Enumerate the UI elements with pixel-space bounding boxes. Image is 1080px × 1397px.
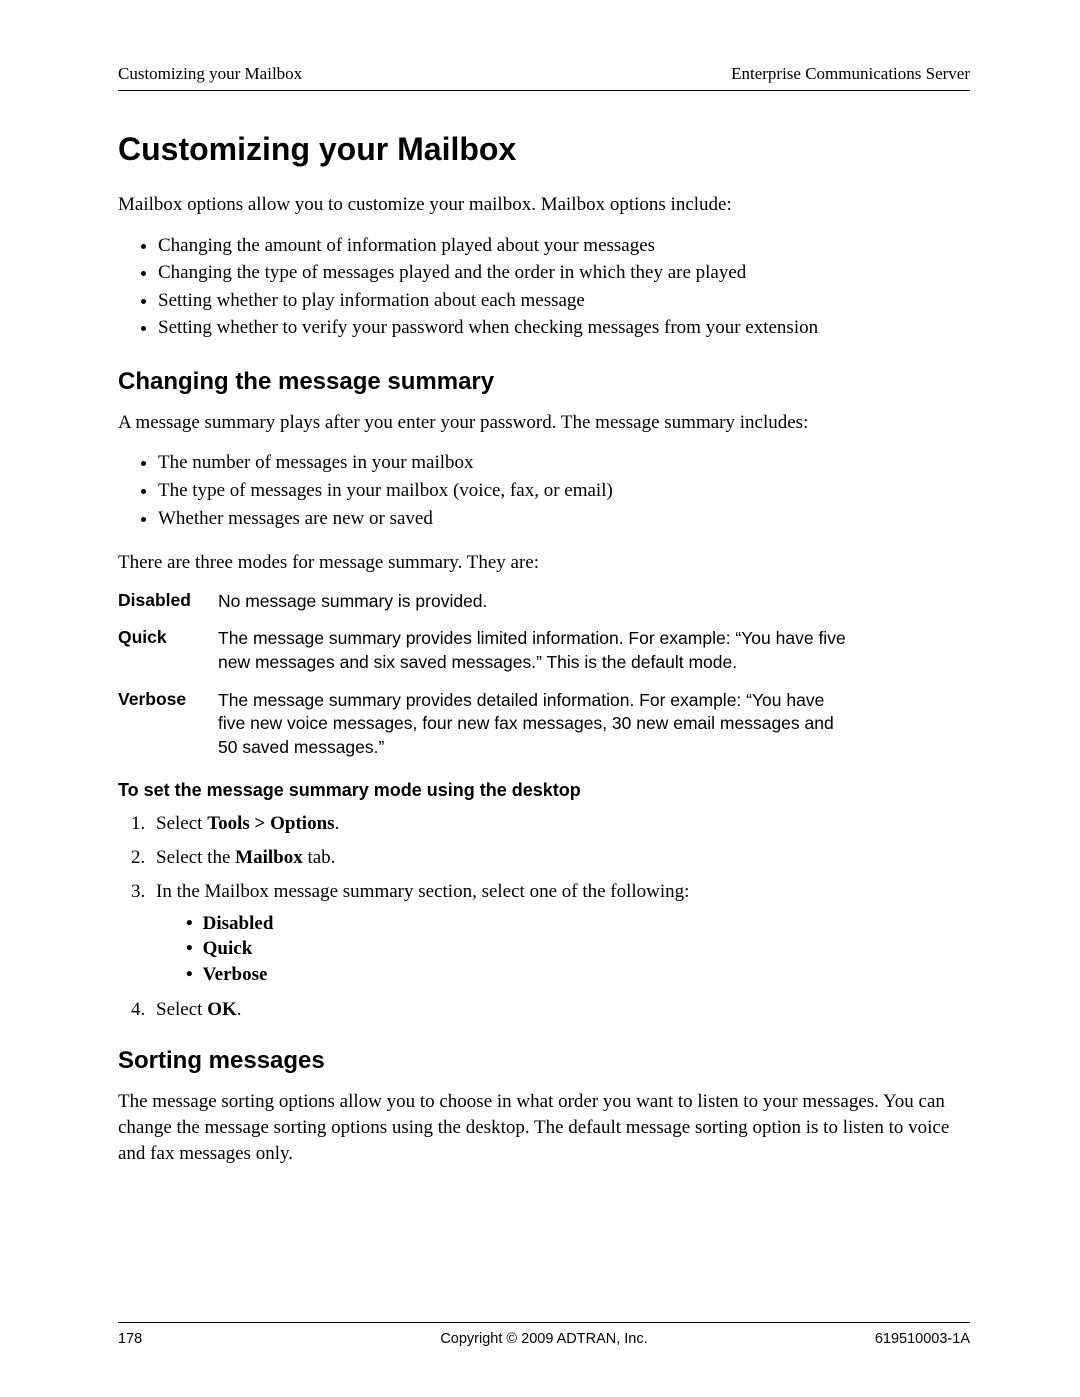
list-item: Changing the type of messages played and…	[158, 259, 970, 287]
definition-description: No message summary is provided.	[218, 590, 970, 614]
definition-description: The message summary provides limited inf…	[218, 627, 970, 674]
definition-term: Quick	[118, 627, 218, 674]
step-bold: Tools > Options	[207, 813, 334, 834]
list-item: Setting whether to play information abou…	[158, 287, 970, 315]
step-text: .	[335, 813, 340, 834]
step-bold: Mailbox	[235, 847, 303, 868]
intro-bullet-list: Changing the amount of information playe…	[158, 232, 970, 342]
definition-term: Disabled	[118, 590, 218, 614]
inner-bullet-list: Disabled Quick Verbose	[186, 911, 970, 988]
steps-list: Select Tools > Options. Select the Mailb…	[150, 813, 970, 1022]
step-text: .	[237, 999, 242, 1020]
page-title: Customizing your Mailbox	[118, 131, 970, 168]
list-item: Setting whether to verify your password …	[158, 314, 970, 342]
summary-paragraph-1: A message summary plays after you enter …	[118, 410, 970, 436]
summary-bullet-list: The number of messages in your mailbox T…	[158, 449, 970, 532]
definition-row: Verbose The message summary provides det…	[118, 689, 970, 760]
list-item: Changing the amount of information playe…	[158, 232, 970, 260]
definition-term: Verbose	[118, 689, 218, 760]
footer-copyright: Copyright © 2009 ADTRAN, Inc.	[118, 1331, 970, 1347]
header-right: Enterprise Communications Server	[731, 64, 970, 84]
list-item: The number of messages in your mailbox	[158, 449, 970, 477]
step-text: tab.	[303, 847, 336, 868]
intro-paragraph: Mailbox options allow you to customize y…	[118, 192, 970, 218]
step-text: Select the	[156, 847, 235, 868]
document-page: Customizing your Mailbox Enterprise Comm…	[0, 0, 1080, 1397]
step-item: Select the Mailbox tab.	[150, 847, 970, 869]
list-item: Quick	[186, 936, 970, 962]
sorting-paragraph: The message sorting options allow you to…	[118, 1089, 970, 1166]
list-item: Disabled	[186, 911, 970, 937]
step-item: Select OK.	[150, 999, 970, 1021]
section-heading-sorting: Sorting messages	[118, 1047, 970, 1075]
definition-row: Quick The message summary provides limit…	[118, 627, 970, 674]
step-item: Select Tools > Options.	[150, 813, 970, 835]
list-item: The type of messages in your mailbox (vo…	[158, 477, 970, 505]
subheading-set-mode: To set the message summary mode using th…	[118, 780, 970, 801]
page-footer: 178 Copyright © 2009 ADTRAN, Inc. 619510…	[118, 1322, 970, 1347]
step-text: Select	[156, 813, 207, 834]
section-heading-summary: Changing the message summary	[118, 368, 970, 396]
step-text: In the Mailbox message summary section, …	[156, 881, 689, 902]
definition-table: Disabled No message summary is provided.…	[118, 590, 970, 760]
summary-paragraph-2: There are three modes for message summar…	[118, 550, 970, 576]
list-item: Verbose	[186, 962, 970, 988]
step-item: In the Mailbox message summary section, …	[150, 881, 970, 988]
definition-row: Disabled No message summary is provided.	[118, 590, 970, 614]
header-left: Customizing your Mailbox	[118, 64, 302, 84]
page-header: Customizing your Mailbox Enterprise Comm…	[118, 64, 970, 91]
step-bold: OK	[207, 999, 237, 1020]
list-item: Whether messages are new or saved	[158, 505, 970, 533]
definition-description: The message summary provides detailed in…	[218, 689, 970, 760]
step-text: Select	[156, 999, 207, 1020]
